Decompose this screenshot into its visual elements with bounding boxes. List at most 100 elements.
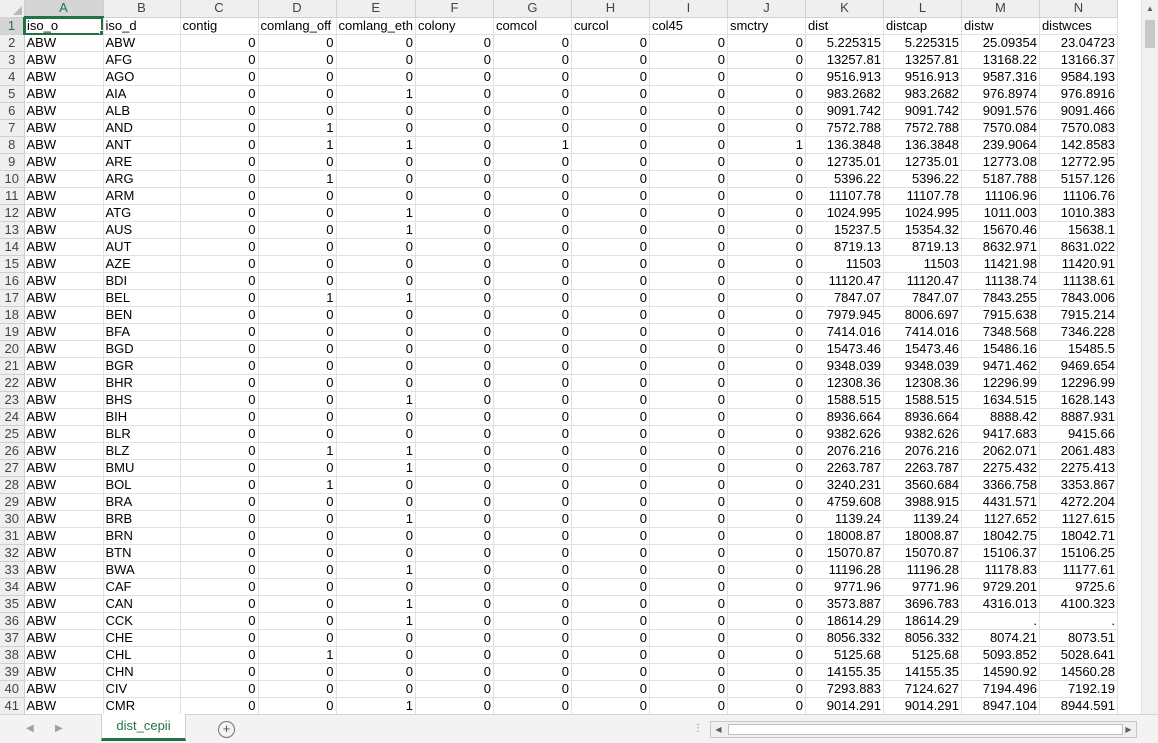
cell[interactable]: 0 [727, 680, 806, 698]
cell[interactable]: 11177.61 [1039, 561, 1118, 579]
cell[interactable]: 9382.626 [805, 425, 884, 443]
cell[interactable]: 0 [336, 119, 416, 137]
cell[interactable]: 0 [258, 612, 337, 630]
cell[interactable]: 0 [649, 442, 728, 460]
cell[interactable]: AGO [103, 68, 181, 86]
cell[interactable]: 0 [649, 153, 728, 171]
cell[interactable]: 0 [258, 51, 337, 69]
cell[interactable]: 0 [415, 357, 494, 375]
cell[interactable]: 13257.81 [883, 51, 962, 69]
cell[interactable]: 0 [649, 289, 728, 307]
cell[interactable]: 0 [571, 323, 650, 341]
cell[interactable]: 18614.29 [805, 612, 884, 630]
cell[interactable]: ABW [24, 119, 104, 137]
cell[interactable]: 3353.867 [1039, 476, 1118, 494]
cell[interactable]: ABW [24, 255, 104, 273]
cell[interactable]: 0 [180, 85, 259, 103]
cell[interactable]: 8056.332 [805, 629, 884, 647]
cell[interactable]: 2076.216 [883, 442, 962, 460]
worksheet-table[interactable]: ABCDEFGHIJKLMN 1 iso_o iso_d contig comlang_… [0, 0, 1118, 714]
cell[interactable]: CHN [103, 663, 181, 681]
cell[interactable]: 0 [571, 408, 650, 426]
cell[interactable]: ABW [24, 612, 104, 630]
cell[interactable]: 0 [727, 510, 806, 528]
cell[interactable]: 0 [180, 119, 259, 137]
cell[interactable]: AUS [103, 221, 181, 239]
vertical-scroll-thumb[interactable] [1145, 20, 1155, 48]
cell[interactable]: 0 [727, 527, 806, 545]
cell[interactable]: 0 [493, 187, 572, 205]
cell[interactable]: 0 [180, 340, 259, 358]
header-cell[interactable]: iso_o [24, 17, 104, 35]
cell[interactable]: ABW [24, 595, 104, 613]
cell[interactable]: 0 [415, 51, 494, 69]
cell[interactable]: 0 [571, 476, 650, 494]
header-cell[interactable]: distcap [883, 17, 962, 35]
cell[interactable]: 0 [415, 646, 494, 664]
cell[interactable]: 0 [493, 646, 572, 664]
cell[interactable]: 2275.413 [1039, 459, 1118, 477]
cell[interactable]: ABW [24, 442, 104, 460]
cell[interactable]: 12735.01 [883, 153, 962, 171]
cell[interactable]: 1 [258, 170, 337, 188]
cell[interactable]: BMU [103, 459, 181, 477]
cell[interactable]: 0 [571, 680, 650, 698]
row-header[interactable]: 38 [0, 646, 25, 664]
cell[interactable]: 0 [415, 34, 494, 52]
cell[interactable]: 1127.652 [961, 510, 1040, 528]
row-header[interactable]: 8 [0, 136, 25, 154]
cell[interactable]: 0 [180, 476, 259, 494]
cell[interactable]: 7192.19 [1039, 680, 1118, 698]
cell[interactable]: 1010.383 [1039, 204, 1118, 222]
cell[interactable]: 9091.466 [1039, 102, 1118, 120]
cell[interactable]: 15070.87 [883, 544, 962, 562]
cell[interactable]: 1588.515 [805, 391, 884, 409]
cell[interactable]: 0 [180, 493, 259, 511]
cell[interactable]: ANT [103, 136, 181, 154]
horizontal-scrollbar[interactable]: ◀ ▶ [710, 721, 1137, 738]
cell[interactable]: ABW [24, 323, 104, 341]
cell[interactable]: 136.3848 [805, 136, 884, 154]
cell[interactable]: 0 [180, 204, 259, 222]
cell[interactable]: AUT [103, 238, 181, 256]
cell[interactable]: 0 [571, 646, 650, 664]
cell[interactable]: 0 [415, 289, 494, 307]
cell[interactable]: 0 [727, 289, 806, 307]
cell[interactable]: 0 [649, 204, 728, 222]
cell[interactable]: 0 [727, 221, 806, 239]
cell[interactable]: 4100.323 [1039, 595, 1118, 613]
cell[interactable]: 0 [258, 561, 337, 579]
cell[interactable]: ABW [24, 544, 104, 562]
cell[interactable]: 4431.571 [961, 493, 1040, 511]
cell[interactable]: 15237.5 [805, 221, 884, 239]
cell[interactable]: 0 [258, 629, 337, 647]
cell[interactable]: BGD [103, 340, 181, 358]
cell[interactable]: 0 [493, 357, 572, 375]
cell[interactable]: 0 [180, 272, 259, 290]
cell[interactable]: 0 [258, 153, 337, 171]
cell[interactable]: 0 [649, 459, 728, 477]
cell[interactable]: 0 [415, 306, 494, 324]
cell[interactable]: 0 [258, 340, 337, 358]
cell[interactable]: 8944.591 [1039, 697, 1118, 714]
cell[interactable]: 1 [336, 612, 416, 630]
cell[interactable]: ABW [24, 187, 104, 205]
cell[interactable]: 0 [649, 170, 728, 188]
cell[interactable]: 5187.788 [961, 170, 1040, 188]
column-header-k[interactable]: K [805, 0, 884, 18]
cell[interactable]: 0 [727, 629, 806, 647]
cell[interactable]: 0 [415, 663, 494, 681]
cell[interactable]: 0 [258, 204, 337, 222]
cell[interactable]: 0 [571, 391, 650, 409]
cell[interactable]: 0 [258, 459, 337, 477]
cell[interactable]: 0 [649, 272, 728, 290]
cell[interactable]: 0 [415, 578, 494, 596]
cell[interactable]: 0 [493, 493, 572, 511]
cell[interactable]: 0 [415, 238, 494, 256]
cell[interactable]: 0 [415, 102, 494, 120]
cell[interactable]: 0 [649, 374, 728, 392]
cell[interactable]: 0 [727, 51, 806, 69]
cell[interactable]: 0 [493, 510, 572, 528]
cell[interactable]: 0 [258, 34, 337, 52]
row-header[interactable]: 36 [0, 612, 25, 630]
